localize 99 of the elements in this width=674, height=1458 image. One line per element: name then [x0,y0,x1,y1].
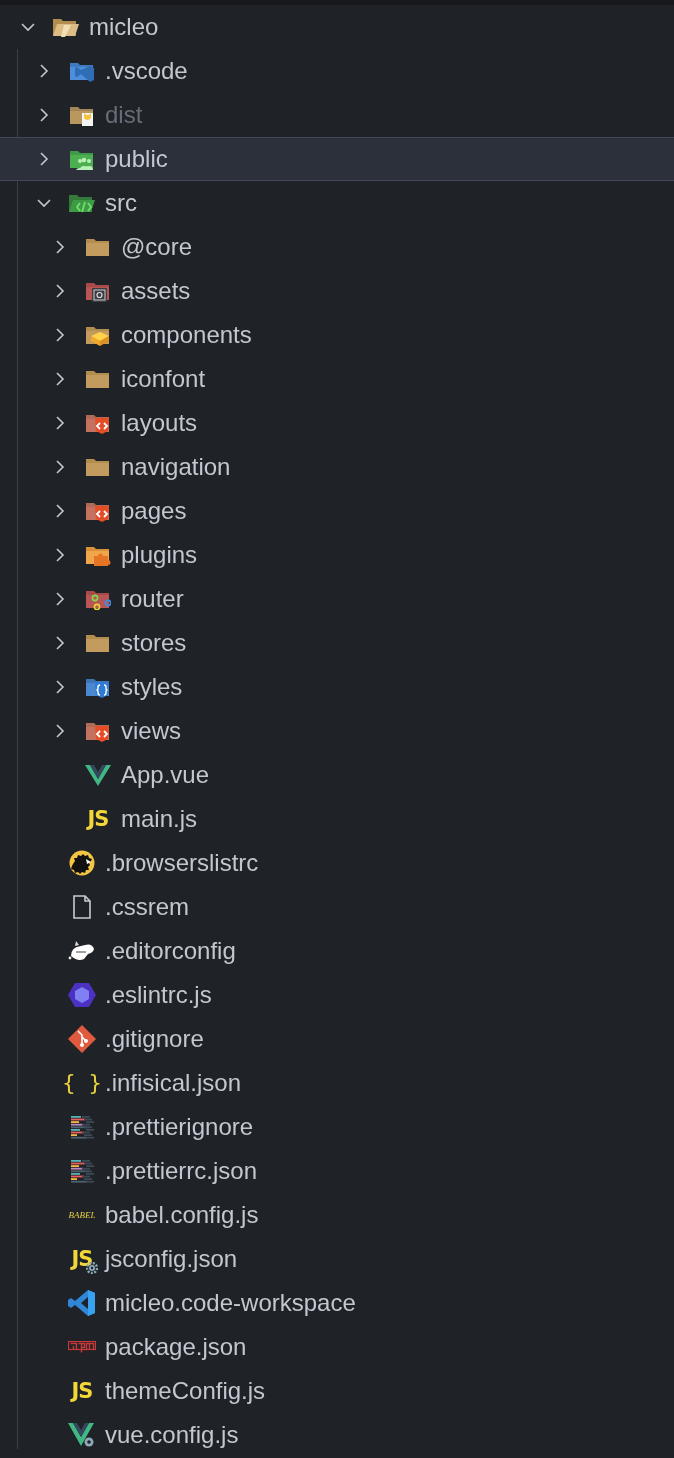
item-label: pages [121,497,187,525]
prettier-icon [70,1159,94,1183]
item-label: main.js [121,805,198,833]
item-label: .cssrem [105,893,189,921]
folder-item[interactable]: navigation [0,445,674,489]
item-label: assets [121,277,191,305]
file-item[interactable]: micleo.code-workspace [0,1281,674,1325]
file-type-label: { } [62,1072,102,1094]
file-item[interactable]: .editorconfig [0,929,674,973]
folder-icon [85,236,111,258]
folder-icon [85,720,111,742]
vue-logo-icon [68,1422,96,1448]
folder-item[interactable]: public [0,137,674,181]
item-label: src [105,189,137,217]
folder-icon [85,324,111,346]
item-label: .vscode [105,57,188,85]
file-type-label: JS [71,1248,93,1270]
item-label: stores [121,629,187,657]
file-item[interactable]: .browserslistrc [0,841,674,885]
item-label: jsconfig.json [105,1245,238,1273]
folder-item[interactable]: components [0,313,674,357]
file-item[interactable]: JS jsconfig.json [0,1237,674,1281]
chevron-down-icon[interactable] [19,20,37,34]
chevron-down-icon[interactable] [35,196,53,210]
folder-item[interactable]: layouts [0,401,674,445]
npm-logo-icon [68,1341,96,1353]
folder-item[interactable]: plugins [0,533,674,577]
file-item[interactable]: .eslintrc.js [0,973,674,1017]
item-label: iconfont [121,365,206,393]
item-label: .eslintrc.js [105,981,212,1009]
item-label: babel.config.js [105,1201,259,1229]
item-label: themeConfig.js [105,1377,266,1405]
file-item[interactable]: .prettierignore [0,1105,674,1149]
folder-icon [85,500,111,522]
item-label: .gitignore [105,1025,204,1053]
item-label: navigation [121,453,231,481]
item-label: vue.config.js [105,1421,239,1449]
folder-icon [85,544,111,566]
folder-icon [85,412,111,434]
folder-item[interactable]: iconfont [0,357,674,401]
folder-item[interactable]: @core [0,225,674,269]
item-label: plugins [121,541,198,569]
item-label: .prettierrc.json [105,1157,258,1185]
item-label: public [105,145,168,173]
open-folder-icon [68,192,96,214]
folder-icon [85,456,111,478]
file-item[interactable]: BABEL babel.config.js [0,1193,674,1237]
folder-item[interactable]: styles [0,665,674,709]
folder-item[interactable]: src [0,181,674,225]
item-label: .browserslistrc [105,849,259,877]
file-item[interactable]: App.vue [0,753,674,797]
file-item[interactable]: JS themeConfig.js [0,1369,674,1413]
item-label: @core [121,233,193,261]
prettier-icon [70,1115,94,1139]
file-type-label: JS [71,1380,93,1402]
folder-icon [85,588,111,610]
file-type-label: JS [87,808,109,830]
file-item[interactable]: vue.config.js [0,1413,674,1457]
folder-item[interactable]: stores [0,621,674,665]
folder-icon [69,148,95,170]
item-label: views [121,717,181,745]
hedgehog-icon [69,850,95,876]
item-label: .infisical.json [105,1069,242,1097]
file-item[interactable]: package.json [0,1325,674,1369]
hexagon-icon [68,982,96,1008]
file-item[interactable]: .gitignore [0,1017,674,1061]
folder-icon [69,60,95,82]
file-item[interactable]: .prettierrc.json [0,1149,674,1193]
blank-file-icon [70,895,94,919]
folder-item[interactable]: pages [0,489,674,533]
item-label: styles [121,673,183,701]
file-item[interactable]: JS main.js [0,797,674,841]
item-label: App.vue [121,761,210,789]
vue-logo-icon [85,764,111,786]
folder-item[interactable]: views [0,709,674,753]
item-label: dist [105,101,143,129]
folder-icon [85,280,111,302]
item-label: router [121,585,184,613]
folder-item[interactable]: assets [0,269,674,313]
folder-item[interactable]: router [0,577,674,621]
item-label: micleo.code-workspace [105,1289,356,1317]
git-icon [68,1025,96,1053]
folder-icon [85,368,111,390]
item-label: .prettierignore [105,1113,254,1141]
item-label: layouts [121,409,198,437]
folder-item[interactable]: micleo [0,5,674,49]
folder-icon [85,632,111,654]
file-item[interactable]: { }.infisical.json [0,1061,674,1105]
file-item[interactable]: .cssrem [0,885,674,929]
folder-icon [85,676,111,698]
item-label: package.json [105,1333,247,1361]
folder-icon [69,104,95,126]
item-label: .editorconfig [105,937,236,965]
vscode-logo-icon [68,1289,96,1317]
file-type-label: BABEL [68,1210,96,1220]
item-label: components [121,321,252,349]
folder-item[interactable]: .vscode [0,49,674,93]
item-label: micleo [89,13,159,41]
open-folder-icon [52,16,80,38]
